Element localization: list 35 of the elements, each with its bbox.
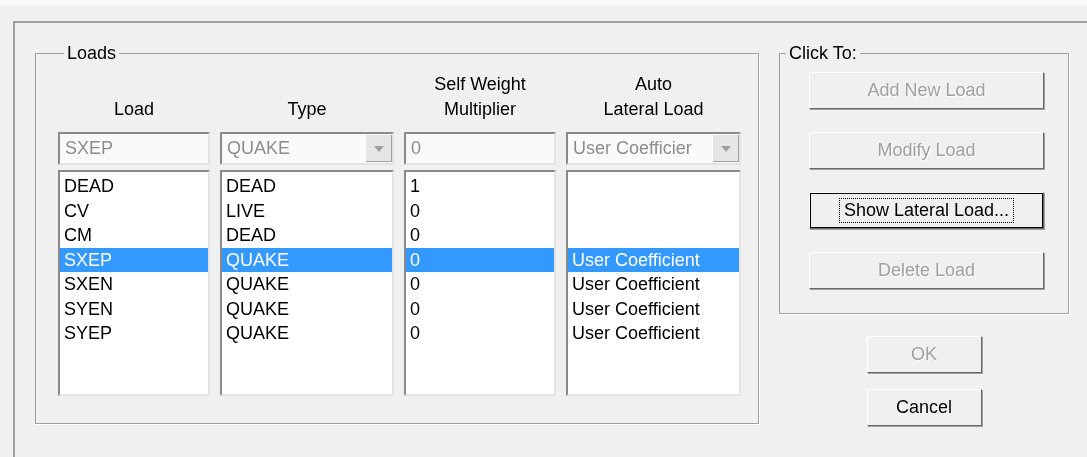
column-heading: Self Weight xyxy=(434,73,526,96)
list-box[interactable]: User Coefficient User Coefficient User Coefficient User Coefficient xyxy=(566,170,741,396)
list-item[interactable]: 0 xyxy=(406,296,554,321)
group-title: Loads xyxy=(66,43,118,64)
list-item[interactable]: DEAD xyxy=(222,174,392,199)
list-item[interactable]: 1 xyxy=(406,174,554,199)
list-item[interactable]: QUAKE xyxy=(222,321,392,346)
column-heading: Lateral Load xyxy=(603,98,704,121)
group-title: Click To: xyxy=(788,43,858,64)
list-item[interactable]: QUAKE xyxy=(222,272,392,297)
list-item[interactable]: DEAD xyxy=(60,174,208,199)
list-item[interactable]: 0 xyxy=(406,223,554,248)
column-heading: Multiplier xyxy=(444,98,516,121)
list-item[interactable]: CM xyxy=(60,223,208,248)
list-item[interactable]: 0 xyxy=(406,272,554,297)
list-item[interactable]: User Coefficient xyxy=(568,272,739,297)
list-item[interactable]: CV xyxy=(60,198,208,223)
list-box[interactable]: DEAD LIVE DEAD QUAKE QUAKE QUAKE QUAKE xyxy=(220,170,394,396)
column-heading: Load xyxy=(113,98,154,121)
list-box[interactable]: DEAD CV CM SXEP SXEN SYEN SYEP xyxy=(58,170,210,396)
list-item[interactable]: 0 xyxy=(406,198,554,223)
column-heading: Type xyxy=(287,98,327,121)
list-item[interactable]: SYEN xyxy=(60,296,208,321)
push-button[interactable]: Cancel xyxy=(866,389,982,426)
list-item[interactable]: LIVE xyxy=(222,198,392,223)
list-item[interactable]: User Coefficient xyxy=(568,321,739,346)
list-item[interactable]: SYEP xyxy=(60,321,208,346)
list-item[interactable]: DEAD xyxy=(222,223,392,248)
list-box[interactable]: 1 0 0 0 0 0 0 xyxy=(404,170,556,396)
column-heading: Auto xyxy=(635,73,672,96)
list-item[interactable]: User Coefficient xyxy=(568,296,739,321)
push-button[interactable]: Show Lateral Load... xyxy=(809,192,1044,229)
list-item[interactable]: 0 xyxy=(406,321,554,346)
list-item[interactable]: QUAKE xyxy=(222,296,392,321)
list-item[interactable]: SXEN xyxy=(60,272,208,297)
